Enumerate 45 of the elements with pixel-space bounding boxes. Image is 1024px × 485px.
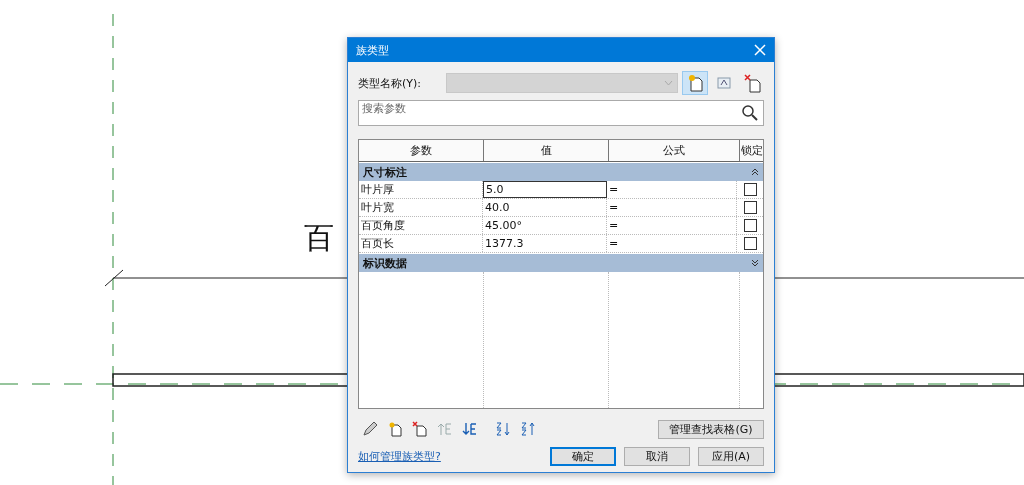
group-name: 标识数据	[363, 255, 407, 271]
help-link[interactable]: 如何管理族类型?	[358, 449, 441, 464]
table-cell: 百页角度	[359, 217, 483, 234]
lock-checkbox[interactable]	[743, 237, 757, 250]
column-header[interactable]: 公式	[609, 140, 740, 161]
search-icon[interactable]	[741, 104, 759, 122]
delete-parameter-icon[interactable]	[412, 421, 428, 437]
table-cell[interactable]: 40.0	[483, 199, 607, 216]
table-cell: 叶片厚	[359, 181, 483, 198]
column-header[interactable]: 锁定	[740, 140, 763, 161]
new-parameter-icon[interactable]	[387, 421, 403, 437]
type-name-label: 类型名称(Y):	[358, 75, 422, 91]
chevron-icon	[664, 80, 673, 86]
table-cell[interactable]: =	[607, 199, 737, 216]
lock-checkbox[interactable]	[743, 219, 757, 232]
dialog-button[interactable]: 应用(A)	[698, 447, 764, 466]
dialog-button[interactable]: 确定	[550, 447, 616, 466]
table-cell: 百页长	[359, 235, 483, 252]
lock-checkbox[interactable]	[743, 201, 757, 214]
expand-icon[interactable]	[751, 259, 759, 267]
group-name: 尺寸标注	[363, 164, 407, 180]
drawing-label: 百	[304, 219, 334, 257]
pencil-icon[interactable]	[362, 421, 378, 437]
move-down-icon[interactable]	[462, 421, 478, 437]
dialog-button[interactable]: 取消	[624, 447, 690, 466]
lookup-tables-button[interactable]: 管理查找表格(G)	[658, 419, 764, 439]
window-title: 族类型	[356, 42, 389, 58]
new-type-icon[interactable]	[682, 71, 708, 95]
table-cell: 叶片宽	[359, 199, 483, 216]
table-cell[interactable]: =	[607, 217, 737, 234]
table-cell[interactable]: 1377.3	[483, 235, 607, 252]
group-header[interactable]: 标识数据	[359, 254, 763, 272]
search-field[interactable]: 搜索参数	[358, 100, 764, 126]
sort-ascending-icon[interactable]	[495, 421, 511, 437]
table-cell[interactable]: =	[607, 181, 737, 198]
group-header[interactable]: 尺寸标注	[359, 163, 763, 181]
lock-checkbox[interactable]	[743, 183, 757, 196]
table-cell[interactable]: =	[607, 235, 737, 252]
table-cell[interactable]: 5.0	[483, 181, 607, 198]
table-cell[interactable]: 45.00°	[483, 217, 607, 234]
column-header[interactable]: 参数	[359, 140, 484, 161]
column-header[interactable]: 值	[484, 140, 609, 161]
sort-descending-icon[interactable]	[520, 421, 536, 437]
close-icon[interactable]	[754, 44, 766, 56]
collapse-icon[interactable]	[751, 168, 759, 176]
